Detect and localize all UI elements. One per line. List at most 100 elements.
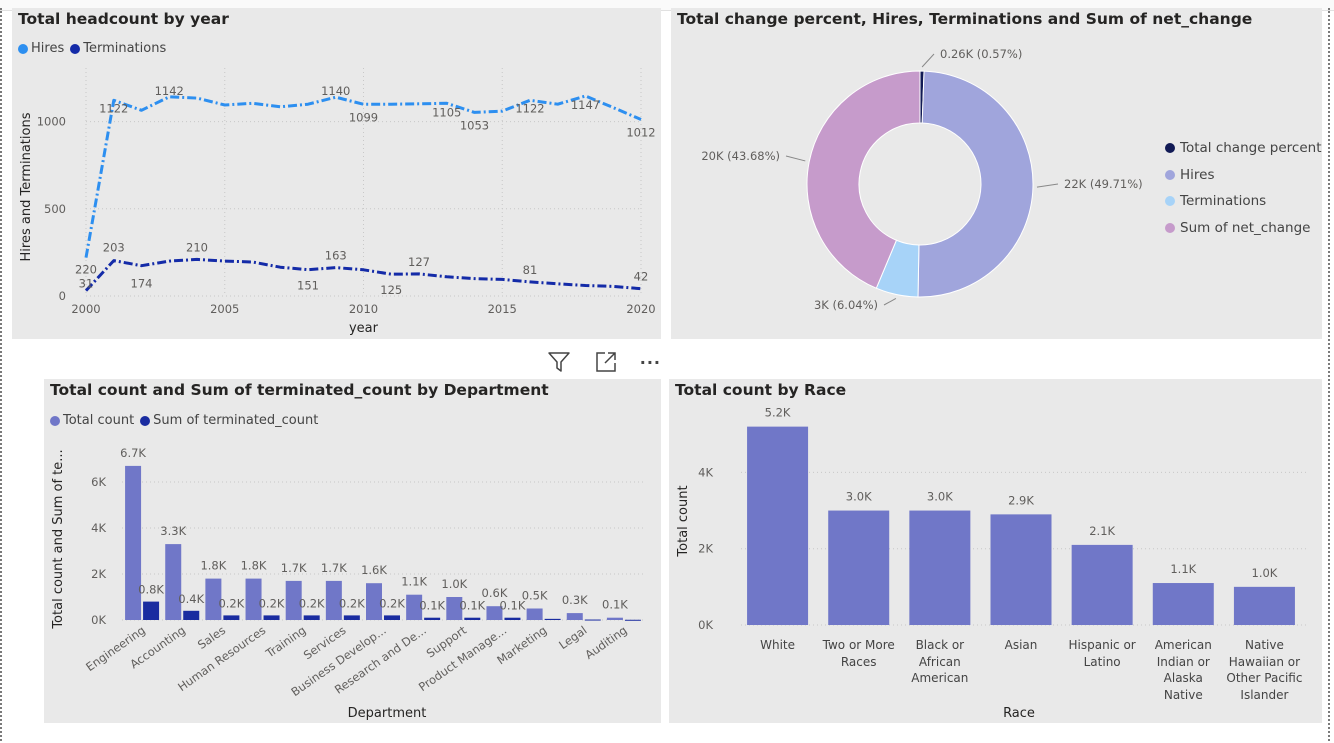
bar-terminated-count [584, 619, 601, 621]
bar-terminated-count [464, 617, 481, 620]
x-tick-label: 2005 [210, 302, 239, 316]
slice-label: 3K (6.04%) [814, 298, 878, 312]
bar-terminated-count [343, 615, 360, 620]
y-tick-label: 0 [59, 289, 66, 303]
data-label: 220 [75, 263, 97, 277]
data-label: 127 [408, 255, 430, 269]
bar-terminated-count [424, 617, 441, 620]
bar-terminated-count [183, 610, 200, 620]
data-label: 0.5K [522, 589, 548, 603]
legend-label: Terminations [1180, 193, 1267, 210]
line-chart-plot: 2000 2005 2010 2015 2020 0 500 1000 year Hires an… [19, 68, 656, 336]
data-label: 1.8K [200, 559, 226, 573]
bar-total-count [747, 426, 809, 625]
data-label: 31 [79, 277, 94, 291]
bar-terminated-count [303, 615, 320, 620]
donut-legend: Total change percent Hires Terminations Sum… [1165, 135, 1322, 241]
data-label: 0.4K [178, 592, 204, 606]
race-bar-visual[interactable]: Total count by Race 0K 2K 4K Total count Rac… [669, 379, 1322, 723]
y-tick-label: 6K [91, 475, 106, 489]
slice-label: 0.26K (0.57%) [940, 47, 1022, 61]
x-tick-label: Hispanic or Latino [1068, 638, 1136, 669]
data-label: 0.2K [379, 596, 405, 610]
data-label: 1.6K [361, 563, 387, 577]
data-label: 1.1K [1170, 562, 1196, 576]
x-axis-title: year [349, 321, 379, 336]
y-axis-title: Hires and Terminations [19, 112, 34, 261]
data-label: 2.9K [1008, 493, 1034, 507]
legend-item[interactable]: Sum of net_change [1165, 215, 1322, 242]
y-tick-label: 0K [698, 618, 713, 632]
data-label: 203 [103, 241, 125, 255]
department-bar-visual[interactable]: Total count and Sum of terminated_count … [44, 379, 661, 723]
y-tick-label: 4K [91, 521, 106, 535]
data-label: 1.0K [1252, 566, 1278, 580]
y-tick-label: 500 [44, 202, 66, 216]
x-tick-label: Sales [195, 623, 228, 652]
focus-mode-icon[interactable] [593, 349, 619, 375]
y-tick-label: 2K [91, 567, 106, 581]
legend-marker [1165, 169, 1175, 180]
legend-item[interactable]: Hires [1165, 162, 1322, 189]
data-label: 0.3K [562, 593, 588, 607]
bar-total-count [1071, 544, 1133, 625]
bar-total-count [909, 510, 971, 625]
data-label: 3.3K [160, 524, 186, 538]
y-axis-title: Total count [676, 485, 691, 557]
bar-total-count [606, 617, 623, 620]
data-label: 0.8K [138, 583, 164, 597]
data-label: 81 [523, 263, 538, 277]
data-label: 1.0K [441, 577, 467, 591]
x-tick-label: 2000 [71, 302, 100, 316]
x-tick-label: Legal [556, 623, 589, 652]
data-label: 42 [634, 270, 649, 284]
legend-marker [1165, 196, 1175, 207]
legend-item[interactable]: Total change percent [1165, 135, 1322, 162]
bar-terminated-count [263, 615, 280, 620]
x-tick-label: Black or African American [911, 638, 969, 685]
data-label: 1147 [571, 98, 600, 112]
data-label: 151 [297, 279, 319, 293]
slice-label: 22K (49.71%) [1064, 177, 1143, 191]
data-label: 0.2K [259, 596, 285, 610]
headcount-by-year-visual[interactable]: Total headcount by year Hires Terminatio… [12, 8, 661, 339]
data-label: 0.1K [602, 598, 628, 612]
x-tick-label: White [760, 638, 796, 652]
more-options-icon[interactable]: ··· [640, 353, 661, 372]
data-label: 1142 [155, 84, 184, 98]
department-bar-plot: 0K 2K 4K 6K Total count and Sum of te... Depa… [51, 446, 644, 721]
bar-terminated-count [544, 618, 561, 620]
donut-slice [917, 70, 1034, 298]
x-axis-title: Department [348, 706, 427, 721]
data-label: 1.7K [321, 561, 347, 575]
x-tick-label: Two or More Races [822, 638, 895, 669]
data-label: 3.0K [927, 490, 953, 504]
bar-total-count [125, 465, 142, 620]
data-label: 1105 [432, 105, 461, 119]
data-label: 2.1K [1089, 524, 1115, 538]
legend-item[interactable]: Terminations [1165, 188, 1322, 215]
slice-label: 20K (43.68%) [701, 149, 780, 163]
bar-total-count [990, 514, 1052, 625]
x-tick-label: Asian [1004, 638, 1038, 652]
data-label: 1012 [626, 126, 655, 140]
visual-header: ··· [546, 348, 661, 376]
data-label: 1.1K [401, 575, 427, 589]
filter-icon[interactable] [546, 349, 572, 375]
x-tick-label: Native Hawaiian or Other Pacific Islander [1226, 638, 1303, 702]
data-label: 0.1K [459, 599, 485, 613]
x-axis-title: Race [1003, 706, 1035, 721]
leader-line [1036, 183, 1059, 188]
data-label: 1099 [349, 110, 378, 124]
data-label: 1.8K [241, 559, 267, 573]
bar-total-count [1233, 586, 1295, 625]
legend-label: Total change percent [1180, 140, 1322, 157]
data-label: 1140 [321, 84, 350, 98]
legend-marker [1165, 222, 1175, 233]
bar-terminated-count [504, 617, 521, 620]
data-label: 6.7K [120, 446, 146, 460]
data-label: 1.7K [281, 561, 307, 575]
data-label: 0.1K [419, 599, 445, 613]
bar-total-count [566, 613, 583, 620]
bar-total-count [828, 510, 890, 625]
